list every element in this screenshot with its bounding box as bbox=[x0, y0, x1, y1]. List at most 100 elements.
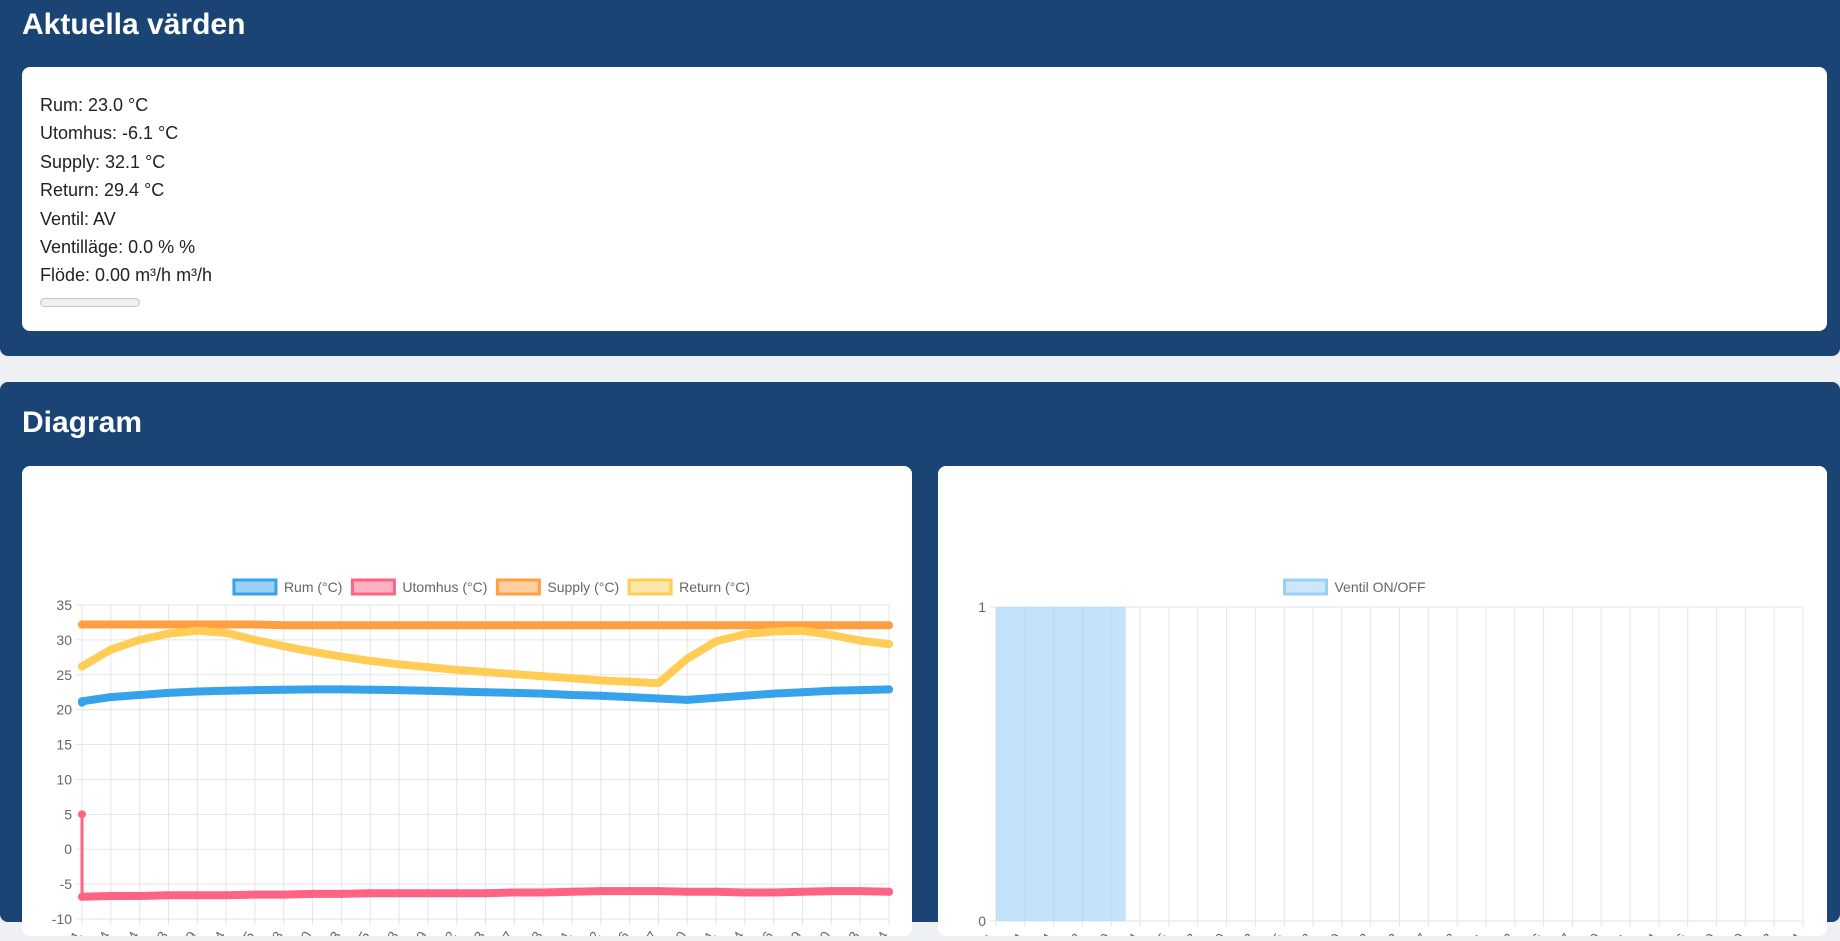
data-point bbox=[135, 691, 144, 700]
data-point bbox=[481, 688, 490, 697]
valve-bar bbox=[1010, 607, 1040, 921]
diagram-section: Diagram Rum (°C) Utomhus (°C) Supply (°C) R… bbox=[0, 382, 1840, 941]
data-point bbox=[712, 887, 721, 896]
x-tick-label: 16:16:51 bbox=[957, 930, 998, 936]
data-point bbox=[308, 621, 317, 630]
data-point bbox=[222, 891, 231, 900]
y-tick-label: -10 bbox=[52, 911, 72, 927]
data-point bbox=[712, 621, 721, 630]
data-point bbox=[769, 689, 778, 698]
data-point bbox=[827, 631, 836, 640]
data-point bbox=[885, 887, 893, 896]
data-point bbox=[395, 889, 404, 898]
valve-bar bbox=[1068, 607, 1097, 921]
data-point bbox=[337, 685, 346, 694]
data-point bbox=[798, 626, 807, 635]
data-point bbox=[366, 889, 375, 898]
valve-bar bbox=[1039, 607, 1069, 921]
data-point bbox=[712, 637, 721, 646]
y-tick-label: 15 bbox=[56, 737, 72, 753]
data-point bbox=[135, 891, 144, 900]
data-point bbox=[106, 620, 115, 629]
data-point bbox=[308, 685, 317, 694]
data-point bbox=[683, 695, 692, 704]
data-point bbox=[222, 620, 231, 629]
legend-swatch bbox=[627, 578, 673, 596]
data-point bbox=[625, 677, 634, 686]
value-ventil: Ventil: AV bbox=[40, 208, 116, 229]
data-point bbox=[885, 621, 893, 630]
data-point bbox=[625, 887, 634, 896]
current-values-section: Aktuella värden Rum: 23.0 °C Utomhus: -6… bbox=[0, 0, 1840, 356]
data-point bbox=[222, 686, 231, 695]
data-point bbox=[222, 628, 231, 637]
value-supply: Supply: 32.1 °C bbox=[40, 151, 166, 172]
data-point bbox=[654, 694, 663, 703]
data-point bbox=[856, 621, 865, 630]
data-point bbox=[856, 686, 865, 695]
data-point bbox=[78, 620, 86, 629]
data-point bbox=[78, 810, 86, 819]
data-point bbox=[539, 672, 548, 681]
value-rum: Rum: 23.0 °C bbox=[40, 95, 149, 115]
legend-label: Utomhus (°C) bbox=[402, 579, 487, 595]
data-point bbox=[366, 685, 375, 694]
data-point bbox=[567, 674, 576, 683]
legend-swatch bbox=[350, 578, 396, 596]
data-point bbox=[567, 887, 576, 896]
data-point bbox=[452, 665, 461, 674]
data-point bbox=[798, 688, 807, 697]
data-point bbox=[308, 889, 317, 898]
temperature-chart: Rum (°C) Utomhus (°C) Supply (°C) Return (°… bbox=[43, 578, 893, 941]
valve-bar bbox=[996, 607, 1011, 921]
data-point bbox=[740, 621, 749, 630]
data-point bbox=[250, 890, 259, 899]
data-point bbox=[164, 688, 173, 697]
data-point bbox=[279, 890, 288, 899]
legend-swatch bbox=[495, 578, 541, 596]
data-point bbox=[452, 621, 461, 630]
data-point bbox=[827, 887, 836, 896]
y-tick-label: 10 bbox=[56, 771, 72, 787]
valve-position-bar bbox=[40, 297, 140, 307]
current-values-card: Rum: 23.0 °C Utomhus: -6.1 °C Supply: 32… bbox=[22, 67, 1827, 331]
data-point bbox=[164, 629, 173, 638]
data-point bbox=[769, 627, 778, 636]
value-return: Return: 29.4 °C bbox=[40, 180, 165, 201]
legend-label: Ventil ON/OFF bbox=[1334, 579, 1425, 595]
data-point bbox=[740, 630, 749, 639]
data-point bbox=[596, 691, 605, 700]
current-values-title: Aktuella värden bbox=[22, 8, 246, 41]
data-point bbox=[539, 621, 548, 630]
data-point bbox=[481, 621, 490, 630]
data-point bbox=[135, 620, 144, 629]
data-point bbox=[193, 891, 202, 900]
legend-swatch bbox=[1282, 578, 1328, 596]
data-point bbox=[78, 698, 86, 707]
diagram-title: Diagram bbox=[22, 406, 143, 439]
data-point bbox=[250, 635, 259, 644]
data-point bbox=[885, 685, 893, 694]
data-point bbox=[164, 891, 173, 900]
data-point bbox=[106, 645, 115, 654]
data-point bbox=[193, 626, 202, 635]
value-utomhus: Utomhus: -6.1 °C bbox=[40, 123, 179, 144]
x-tick-label: 16:16:51 bbox=[43, 928, 84, 936]
data-point bbox=[481, 889, 490, 898]
data-point bbox=[423, 889, 432, 898]
data-point bbox=[366, 621, 375, 630]
data-point bbox=[654, 679, 663, 688]
data-point bbox=[740, 888, 749, 897]
data-point bbox=[250, 620, 259, 629]
data-point bbox=[308, 647, 317, 656]
data-point bbox=[654, 887, 663, 896]
data-point bbox=[366, 656, 375, 665]
y-tick-label: 25 bbox=[56, 667, 72, 683]
data-point bbox=[279, 621, 288, 630]
value-flode: Flöde: 0.00 m³/h m³/h bbox=[40, 265, 213, 286]
data-point bbox=[769, 888, 778, 897]
y-tick-label: 1 bbox=[978, 599, 986, 615]
data-point bbox=[164, 620, 173, 629]
data-point bbox=[279, 685, 288, 694]
data-point bbox=[596, 676, 605, 685]
